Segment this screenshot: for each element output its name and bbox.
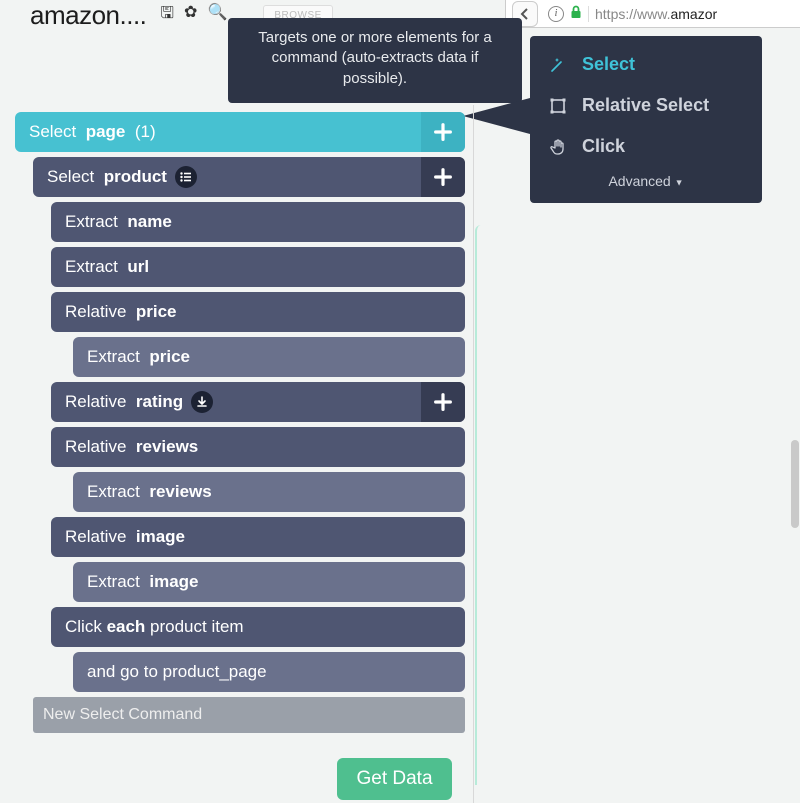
new-command-input[interactable]: New Select Command — [33, 697, 465, 733]
command-row[interactable]: Relative reviews — [51, 427, 465, 467]
command-row[interactable]: Extract image — [73, 562, 465, 602]
add-subcommand-button[interactable] — [421, 157, 465, 197]
gear-icon[interactable]: ✿ — [184, 2, 197, 29]
info-icon[interactable]: i — [548, 6, 564, 22]
search-icon[interactable]: 🔍 — [207, 2, 227, 29]
scrollbar-thumb[interactable] — [791, 440, 799, 528]
command-select-product[interactable]: Select product — [33, 157, 465, 197]
url-bar: i https://www.amazor — [505, 0, 800, 28]
menu-item-label: Select — [582, 54, 635, 75]
command-row[interactable]: Relative image — [51, 517, 465, 557]
command-row[interactable]: Relative price — [51, 292, 465, 332]
command-row[interactable]: Click each product item — [51, 607, 465, 647]
command-panel: Select page (1) Select product Extract n… — [15, 112, 465, 733]
command-row[interactable]: and go to product_page — [73, 652, 465, 692]
box-icon — [548, 97, 568, 115]
command-row[interactable]: Extract url — [51, 247, 465, 287]
menu-callout-arrow — [463, 98, 530, 134]
command-row[interactable]: Extract reviews — [73, 472, 465, 512]
plus-icon — [432, 121, 454, 143]
tooltip: Targets one or more elements for a comma… — [228, 18, 522, 103]
command-row[interactable]: Extract price — [73, 337, 465, 377]
toolbar-icons: 🖫 ✿ 🔍 — [160, 2, 227, 29]
plus-icon — [432, 391, 454, 413]
add-subcommand-button[interactable] — [421, 382, 465, 422]
command-select-page[interactable]: Select page (1) — [15, 112, 465, 152]
url-text[interactable]: https://www.amazor — [595, 6, 717, 22]
page-highlight — [475, 225, 795, 785]
menu-advanced[interactable]: Advanced ▼ — [530, 173, 762, 189]
save-icon[interactable]: 🖫 — [160, 2, 174, 29]
divider — [588, 6, 589, 22]
get-data-button[interactable]: Get Data — [337, 758, 452, 800]
context-menu: Select Relative Select Click Advanced ▼ — [530, 36, 762, 203]
app-brand: amazon.... — [30, 0, 146, 31]
download-icon — [191, 391, 213, 413]
menu-item-label: Click — [582, 136, 625, 157]
menu-item-select[interactable]: Select — [530, 44, 762, 85]
plus-icon — [432, 166, 454, 188]
chevron-down-icon: ▼ — [675, 177, 684, 187]
command-row[interactable]: Extract name — [51, 202, 465, 242]
list-icon — [175, 166, 197, 188]
add-command-button[interactable] — [421, 112, 465, 152]
menu-item-click[interactable]: Click — [530, 126, 762, 167]
command-row[interactable]: Relative rating — [51, 382, 465, 422]
menu-item-label: Relative Select — [582, 95, 709, 116]
lock-icon — [570, 5, 582, 22]
menu-item-relative-select[interactable]: Relative Select — [530, 85, 762, 126]
hand-icon — [548, 138, 568, 156]
wand-icon — [548, 56, 568, 74]
